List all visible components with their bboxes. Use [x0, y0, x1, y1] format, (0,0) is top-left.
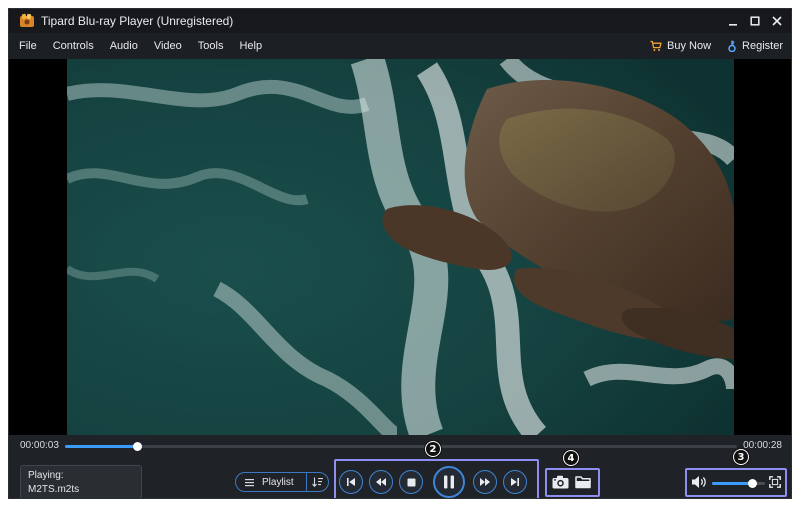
folder-icon: [574, 476, 591, 489]
menu-bar: File Controls Audio Video Tools Help Buy…: [9, 33, 791, 59]
minimize-button[interactable]: [723, 11, 743, 31]
pause-icon: [444, 475, 454, 489]
player-window: Tipard Blu-ray Player (Unregistered) Fil…: [8, 8, 792, 499]
pause-button[interactable]: [433, 466, 465, 498]
callout-badge-2: 2: [424, 440, 442, 458]
current-time: 00:00:03: [20, 440, 59, 451]
playlist-button[interactable]: Playlist: [236, 473, 306, 491]
total-time: 00:00:28: [743, 440, 782, 451]
progress-thumb[interactable]: [132, 442, 142, 451]
key-icon: [728, 40, 736, 52]
playlist-sort-button[interactable]: [306, 473, 328, 491]
stop-icon: [407, 478, 415, 486]
menu-audio[interactable]: Audio: [102, 33, 146, 59]
stop-button[interactable]: [399, 470, 423, 494]
window-controls: [723, 11, 787, 31]
list-icon: [245, 478, 254, 486]
minimize-icon: [729, 24, 737, 26]
menu-help[interactable]: Help: [231, 33, 270, 59]
callout-number-3: 3: [734, 450, 748, 464]
playlist-label: Playlist: [262, 476, 294, 488]
volume-icon: [692, 476, 706, 488]
menu-file[interactable]: File: [9, 33, 45, 59]
volume-button[interactable]: [690, 474, 708, 490]
callout-badge-3: 3: [732, 448, 750, 466]
window-title: Tipard Blu-ray Player (Unregistered): [41, 14, 234, 28]
sort-icon: [312, 477, 323, 487]
playing-file-name: M2TS.m2ts: [28, 484, 80, 495]
cart-icon: [650, 40, 662, 51]
fast-forward-icon: [480, 478, 490, 486]
volume-thumb[interactable]: [747, 479, 757, 488]
menu-video[interactable]: Video: [146, 33, 190, 59]
callout-number-4: 4: [564, 451, 578, 465]
callout-number-2: 2: [426, 442, 440, 456]
video-area[interactable]: [9, 59, 791, 435]
callout-badge-4: 4: [562, 449, 580, 467]
title-bar: Tipard Blu-ray Player (Unregistered): [9, 9, 791, 33]
menu-right-links: Buy Now Register: [650, 33, 783, 59]
open-folder-button[interactable]: [574, 474, 592, 490]
previous-button[interactable]: [339, 470, 363, 494]
camera-icon: [552, 475, 568, 489]
buy-now-label: Buy Now: [667, 40, 712, 52]
playlist-control: Playlist: [235, 472, 329, 492]
fast-forward-button[interactable]: [473, 470, 497, 494]
skip-previous-icon: [347, 478, 355, 486]
playing-label: Playing:: [28, 470, 64, 481]
fullscreen-button[interactable]: [768, 475, 782, 489]
register-link[interactable]: Register: [727, 40, 783, 52]
fullscreen-icon: [769, 476, 781, 488]
volume-slider[interactable]: [712, 479, 765, 488]
video-frame: [67, 59, 734, 435]
progress-bar[interactable]: [65, 442, 737, 451]
maximize-icon: [750, 16, 760, 26]
video-ocean-image: [67, 59, 734, 435]
rewind-icon: [376, 478, 386, 486]
snapshot-button[interactable]: [551, 474, 569, 490]
controls-area: 00:00:03 00:00:28 Playing: M2TS.m2ts Pla…: [9, 435, 791, 498]
skip-next-icon: [511, 478, 519, 486]
register-label: Register: [742, 40, 783, 52]
progress-fill: [65, 445, 137, 448]
volume-fill: [712, 482, 752, 485]
now-playing-panel: Playing: M2TS.m2ts: [20, 465, 142, 498]
tipard-logo-icon: [19, 13, 35, 29]
buy-now-link[interactable]: Buy Now: [650, 40, 711, 52]
maximize-button[interactable]: [745, 11, 765, 31]
menu-tools[interactable]: Tools: [190, 33, 232, 59]
close-button[interactable]: [767, 11, 787, 31]
menu-controls[interactable]: Controls: [45, 33, 102, 59]
close-icon: [772, 16, 782, 26]
rewind-button[interactable]: [369, 470, 393, 494]
next-button[interactable]: [503, 470, 527, 494]
